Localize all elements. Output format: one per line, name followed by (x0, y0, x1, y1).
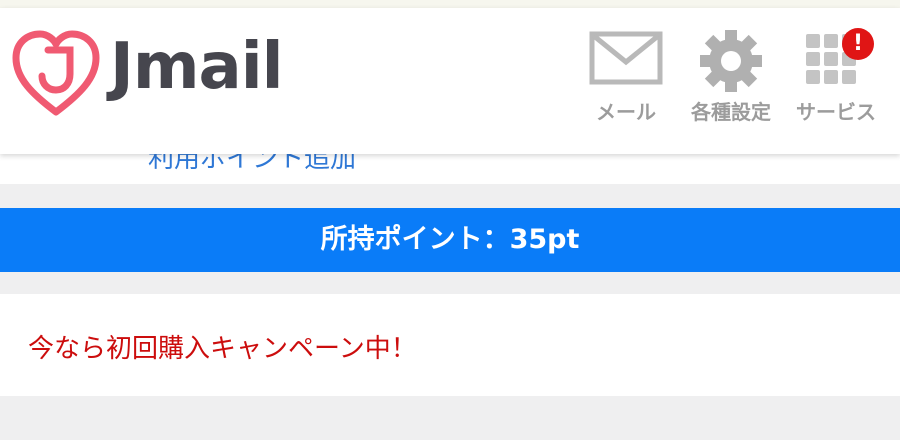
jmail-logo[interactable]: Jmail (10, 28, 310, 118)
settings-nav-button[interactable]: 各種設定 (681, 24, 781, 134)
heart-logo-icon (12, 30, 100, 116)
settings-nav-label: 各種設定 (691, 100, 771, 124)
points-balance-bar: 所持ポイント：35pt (0, 208, 900, 272)
top-strip (0, 0, 900, 8)
app-header: Jmail メール 各種設定 ! サービス (0, 8, 900, 154)
gear-icon (700, 30, 762, 92)
points-balance-text: 所持ポイント：35pt (320, 224, 580, 255)
campaign-text: 今なら初回購入キャンペーン中！ (28, 334, 417, 364)
mail-nav-button[interactable]: メール (576, 24, 676, 134)
campaign-banner[interactable]: 今なら初回購入キャンペーン中！ (0, 294, 900, 396)
mail-icon (589, 31, 663, 85)
services-nav-button[interactable]: ! サービス (786, 24, 886, 134)
logo-wordmark: Jmail (110, 30, 284, 104)
services-nav-label: サービス (796, 100, 876, 124)
mail-nav-label: メール (596, 100, 656, 124)
alert-badge-icon: ! (842, 28, 874, 60)
